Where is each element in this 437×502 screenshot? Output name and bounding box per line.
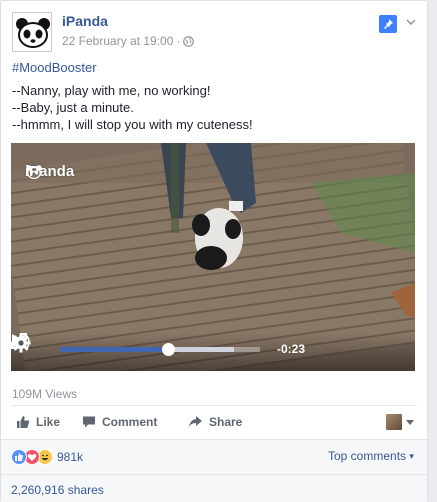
post-card: iPanda 22 February at 19:00 · #MoodBooste… <box>0 0 428 502</box>
share-count[interactable]: 2,260,916 shares <box>11 483 104 497</box>
panda-logo-icon <box>16 18 50 48</box>
chevron-down-icon[interactable] <box>405 16 417 28</box>
post-header: iPanda 22 February at 19:00 · <box>12 12 422 52</box>
progress-played <box>60 347 168 352</box>
view-count: 109M Views <box>12 387 78 401</box>
top-comments-label: Top comments <box>328 449 407 463</box>
chevron-down-icon: ▾ <box>409 451 414 461</box>
pin-icon <box>384 19 393 29</box>
progress-knob[interactable] <box>162 343 175 356</box>
share-button[interactable]: Share <box>188 415 242 429</box>
meta-separator: · <box>176 34 181 48</box>
globe-icon <box>183 36 195 47</box>
page-avatar[interactable] <box>12 12 52 52</box>
comment-label: Comment <box>102 415 158 429</box>
pin-button[interactable] <box>379 15 397 33</box>
chevron-down-icon[interactable] <box>406 420 414 425</box>
video-player[interactable]: iPanda -0:23 <box>11 143 415 371</box>
comment-icon <box>83 416 95 428</box>
fullscreen-icon[interactable] <box>11 333 27 349</box>
time-remaining: -0:23 <box>277 342 306 356</box>
video-progress-bar[interactable] <box>60 343 260 356</box>
share-icon <box>189 416 202 427</box>
like-reaction-icon <box>11 449 27 465</box>
post-timestamp[interactable]: 22 February at 19:00 <box>62 34 173 48</box>
post-line-1: --Nanny, play with me, no working! <box>12 83 211 98</box>
post-footer: 981k Top comments ▾ 2,260,916 shares <box>1 439 427 502</box>
post-meta: 22 February at 19:00 · <box>62 34 195 48</box>
viewer-avatar[interactable] <box>386 414 402 430</box>
comment-button[interactable]: Comment <box>82 415 157 429</box>
top-comments-dropdown[interactable]: Top comments ▾ <box>328 449 414 463</box>
post-line-2: --Baby, just a minute. <box>12 100 134 115</box>
video-controls: -0:23 <box>11 333 415 371</box>
post-line-3: --hmmm, I will stop you with my cuteness… <box>12 117 253 132</box>
share-label: Share <box>209 415 243 429</box>
video-watermark: iPanda <box>25 163 74 180</box>
reactions-summary[interactable]: 981k <box>11 449 83 465</box>
like-button[interactable]: Like <box>16 415 60 429</box>
footer-divider <box>1 474 427 475</box>
like-icon <box>17 416 30 428</box>
like-label: Like <box>36 415 61 429</box>
reaction-count: 981k <box>57 450 84 464</box>
panda-logo-icon <box>26 165 42 179</box>
page-name-link[interactable]: iPanda <box>62 13 108 29</box>
action-bar: Like Comment Share <box>12 405 417 439</box>
hashtag-link[interactable]: #MoodBooster <box>12 59 417 76</box>
post-text: #MoodBooster --Nanny, play with me, no w… <box>12 59 417 133</box>
